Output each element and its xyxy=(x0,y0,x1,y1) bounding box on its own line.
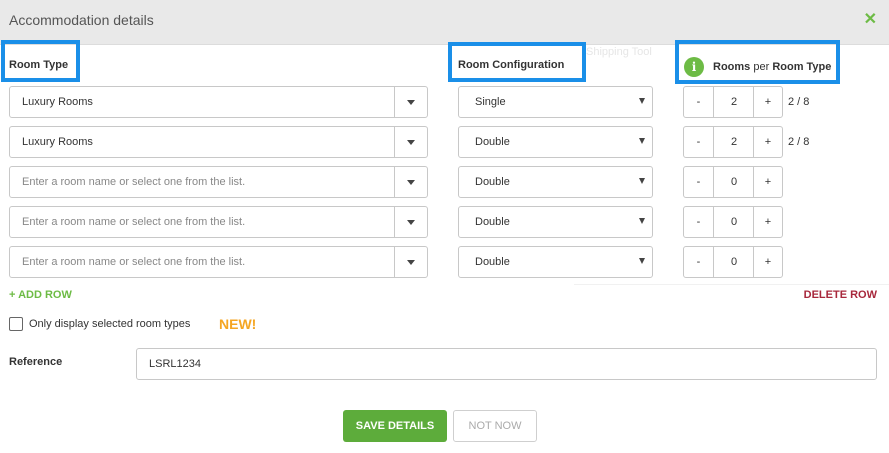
reference-input[interactable]: LSRL1234 xyxy=(136,348,877,380)
delete-row-link[interactable]: DELETE ROW xyxy=(804,289,877,301)
room-type-value: Luxury Rooms xyxy=(22,96,93,108)
quantity-value[interactable]: 2 xyxy=(714,87,754,117)
decrement-button[interactable]: - xyxy=(684,247,714,277)
decrement-button[interactable]: - xyxy=(684,87,714,117)
increment-button[interactable]: + xyxy=(753,167,782,197)
room-configuration-value: Double xyxy=(475,256,510,268)
caret-down-icon xyxy=(639,138,645,144)
room-type-placeholder: Enter a room name or select one from the… xyxy=(22,176,246,188)
only-selected-label[interactable]: Only display selected room types xyxy=(29,318,190,330)
caret-down-icon xyxy=(639,258,645,264)
quantity-value[interactable]: 0 xyxy=(714,207,754,237)
room-configuration-value: Double xyxy=(475,136,510,148)
decrement-button[interactable]: - xyxy=(684,127,714,157)
quantity-stepper[interactable]: - 0 + xyxy=(683,166,783,198)
rooms-per-room-type-highlight xyxy=(675,40,840,84)
add-row-link[interactable]: + ADD ROW xyxy=(9,289,72,301)
room-type-combobox[interactable]: Luxury Rooms xyxy=(9,126,428,158)
quantity-value[interactable]: 0 xyxy=(714,167,754,197)
reference-label: Reference xyxy=(9,356,63,368)
increment-button[interactable]: + xyxy=(753,247,782,277)
close-icon[interactable]: ✕ xyxy=(864,11,877,29)
room-ratio: 2 / 8 xyxy=(788,96,810,108)
modal-title: Accommodation details xyxy=(9,12,154,28)
caret-down-icon xyxy=(639,98,645,104)
room-type-combobox[interactable]: Enter a room name or select one from the… xyxy=(9,246,428,278)
quantity-stepper[interactable]: - 2 + xyxy=(683,86,783,118)
room-type-dropdown-button[interactable] xyxy=(394,127,427,157)
caret-down-icon xyxy=(407,100,415,105)
caret-down-icon xyxy=(639,218,645,224)
increment-button[interactable]: + xyxy=(753,87,782,117)
room-type-highlight xyxy=(1,40,80,82)
quantity-value[interactable]: 0 xyxy=(714,247,754,277)
room-type-combobox[interactable]: Luxury Rooms xyxy=(9,86,428,118)
quantity-stepper[interactable]: - 0 + xyxy=(683,206,783,238)
room-configuration-select[interactable]: Double xyxy=(458,246,653,278)
quantity-stepper[interactable]: - 2 + xyxy=(683,126,783,158)
decrement-button[interactable]: - xyxy=(684,207,714,237)
room-type-dropdown-button[interactable] xyxy=(394,87,427,117)
room-type-placeholder: Enter a room name or select one from the… xyxy=(22,216,246,228)
room-type-combobox[interactable]: Enter a room name or select one from the… xyxy=(9,206,428,238)
divider xyxy=(574,284,889,285)
room-ratio: 2 / 8 xyxy=(788,136,810,148)
room-type-dropdown-button[interactable] xyxy=(394,247,427,277)
room-type-dropdown-button[interactable] xyxy=(394,207,427,237)
quantity-value[interactable]: 2 xyxy=(714,127,754,157)
room-type-placeholder: Enter a room name or select one from the… xyxy=(22,256,246,268)
room-configuration-select[interactable]: Double xyxy=(458,166,653,198)
room-type-dropdown-button[interactable] xyxy=(394,167,427,197)
room-configuration-value: Double xyxy=(475,216,510,228)
background-ghost-text: Shipping Tool xyxy=(586,46,652,58)
room-configuration-select[interactable]: Single xyxy=(458,86,653,118)
only-selected-checkbox[interactable] xyxy=(9,317,23,331)
increment-button[interactable]: + xyxy=(753,127,782,157)
save-details-button[interactable]: SAVE DETAILS xyxy=(343,410,447,442)
caret-down-icon xyxy=(407,220,415,225)
caret-down-icon xyxy=(407,140,415,145)
not-now-button[interactable]: NOT NOW xyxy=(453,410,537,442)
room-type-value: Luxury Rooms xyxy=(22,136,93,148)
room-configuration-value: Double xyxy=(475,176,510,188)
room-configuration-select[interactable]: Double xyxy=(458,206,653,238)
room-configuration-select[interactable]: Double xyxy=(458,126,653,158)
quantity-stepper[interactable]: - 0 + xyxy=(683,246,783,278)
caret-down-icon xyxy=(407,180,415,185)
increment-button[interactable]: + xyxy=(753,207,782,237)
modal-header: Accommodation details ✕ xyxy=(0,0,889,45)
caret-down-icon xyxy=(639,178,645,184)
new-badge: NEW! xyxy=(219,316,257,332)
decrement-button[interactable]: - xyxy=(684,167,714,197)
room-type-combobox[interactable]: Enter a room name or select one from the… xyxy=(9,166,428,198)
room-configuration-value: Single xyxy=(475,96,506,108)
caret-down-icon xyxy=(407,260,415,265)
room-configuration-highlight xyxy=(448,42,586,82)
